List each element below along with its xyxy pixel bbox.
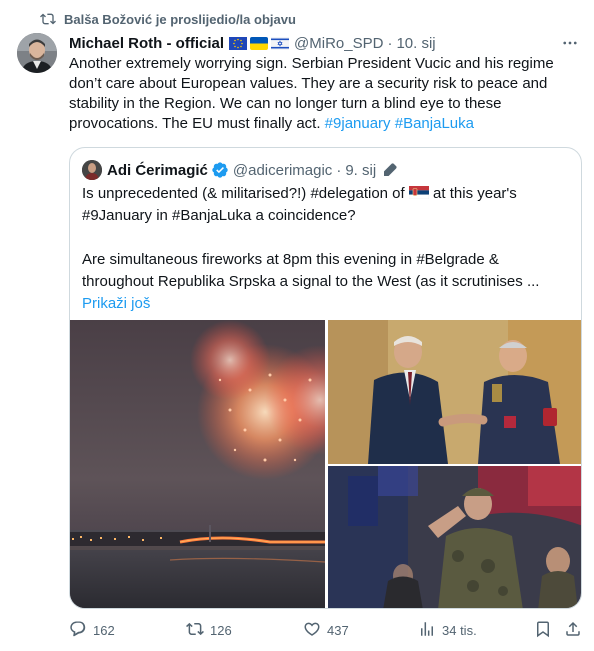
views-count: 34 tis.	[442, 623, 477, 638]
author-name[interactable]: Michael Roth - official	[69, 35, 224, 52]
separator-dot: ·	[387, 34, 393, 52]
quote-date: 9. sij	[345, 161, 377, 179]
quote-text: Is unprecedented (& militarised?!) #dele…	[82, 183, 570, 315]
hashtag-link[interactable]: #BanjaLuka	[395, 115, 474, 132]
tweet-header: Michael Roth - official @MiRo_SPD · 10. …	[69, 33, 580, 53]
quote-header: Adi Ćerimagić @adicerimagic · 9. sij	[82, 160, 569, 180]
tweet-actions: 162 126 437 34 tis.	[69, 620, 589, 640]
heart-icon	[303, 620, 321, 641]
repost-icon	[186, 620, 204, 641]
avatar[interactable]	[17, 33, 57, 73]
bookmark-button[interactable]	[534, 620, 552, 641]
verified-badge-icon	[211, 161, 229, 179]
separator-dot: ·	[336, 161, 342, 179]
eu-flag-icon	[229, 36, 248, 50]
israel-flag-icon	[271, 36, 290, 50]
handshake-photo[interactable]	[328, 320, 581, 464]
analytics-icon	[418, 620, 436, 641]
media-grid	[70, 320, 581, 608]
military-salute-photo[interactable]	[328, 466, 581, 608]
tweet-body: Another extremely worrying sign. Serbian…	[69, 55, 554, 132]
bookmark-icon	[534, 620, 552, 641]
author-handle[interactable]: @MiRo_SPD	[294, 35, 383, 52]
like-count: 437	[327, 623, 349, 638]
views-button[interactable]: 34 tis.	[418, 620, 477, 641]
repost-count: 126	[210, 623, 232, 638]
like-button[interactable]: 437	[303, 620, 349, 641]
quoted-tweet[interactable]: Adi Ćerimagić @adicerimagic · 9. sij Is …	[69, 147, 582, 609]
quote-author-name: Adi Ćerimagić	[107, 161, 208, 179]
serbia-flag-icon	[408, 184, 430, 200]
author-flags	[229, 36, 290, 50]
reply-button[interactable]: 162	[69, 620, 115, 641]
quote-line1-pre: Is unprecedented (& militarised?!) #dele…	[82, 185, 405, 202]
edited-pencil-icon	[382, 162, 398, 178]
repost-indicator[interactable]: Balša Božović je proslijedio/la objavu	[40, 9, 296, 29]
fireworks-photo[interactable]	[70, 320, 325, 608]
share-button[interactable]	[564, 620, 582, 641]
more-options-icon[interactable]	[560, 33, 580, 53]
reply-icon	[69, 620, 87, 641]
quote-para2: Are simultaneous fireworks at 8pm this e…	[82, 251, 540, 290]
show-more-link[interactable]: Prikaži još	[82, 293, 570, 315]
share-icon	[564, 620, 582, 641]
tweet-text: Another extremely worrying sign. Serbian…	[69, 54, 574, 134]
tweet-date[interactable]: 10. sij	[396, 35, 435, 52]
hashtag-link[interactable]: #9january	[325, 115, 391, 132]
repost-button[interactable]: 126	[186, 620, 232, 641]
reply-count: 162	[93, 623, 115, 638]
ukraine-flag-icon	[250, 36, 269, 50]
quote-avatar	[82, 160, 102, 180]
quote-author-handle: @adicerimagic	[232, 161, 333, 179]
repost-label: Balša Božović je proslijedio/la objavu	[64, 11, 296, 27]
repost-icon	[40, 11, 56, 27]
